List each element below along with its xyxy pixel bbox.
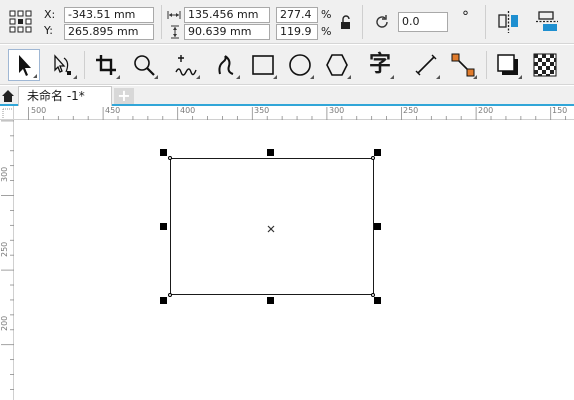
ruler-label: 400 bbox=[180, 106, 196, 115]
separator bbox=[362, 5, 363, 39]
ruler-label: 450 bbox=[105, 106, 121, 115]
text-tool-glyph: 字 bbox=[368, 52, 391, 77]
ruler-label: 350 bbox=[254, 106, 270, 115]
separator bbox=[485, 5, 486, 39]
rotate-icon bbox=[373, 13, 391, 31]
center-marker-icon[interactable] bbox=[267, 223, 275, 233]
connector-tool[interactable] bbox=[447, 49, 479, 81]
selection-handle-bottom-left[interactable] bbox=[160, 297, 167, 304]
drop-shadow-tool[interactable] bbox=[492, 49, 524, 81]
transparency-tool[interactable] bbox=[529, 49, 561, 81]
object-origin-icon[interactable] bbox=[8, 9, 34, 35]
height-icon bbox=[170, 25, 180, 39]
ruler-label: 200 bbox=[0, 315, 9, 331]
x-label: X: bbox=[44, 8, 56, 21]
selection-handle-bottom[interactable] bbox=[267, 297, 274, 304]
separator bbox=[486, 51, 487, 79]
ruler-origin-icon bbox=[2, 108, 12, 118]
ellipse-tool[interactable] bbox=[284, 49, 316, 81]
ruler-label: 250 bbox=[0, 241, 9, 257]
dimension-tool[interactable] bbox=[410, 49, 442, 81]
vertical-ruler[interactable]: 300 250 200 bbox=[0, 120, 14, 400]
selection-handle-left[interactable] bbox=[160, 223, 167, 230]
zoom-tool[interactable] bbox=[128, 49, 160, 81]
height-field[interactable]: 90.639 mm bbox=[184, 24, 270, 40]
document-tab-bar: 未命名 -1* + bbox=[0, 86, 574, 106]
separator bbox=[84, 51, 85, 79]
checkerboard-icon bbox=[533, 53, 557, 77]
selection-handle-top[interactable] bbox=[267, 149, 274, 156]
scale-y-field[interactable]: 119.9 bbox=[276, 24, 318, 40]
ruler-label: 250 bbox=[403, 106, 419, 115]
selection-handle-top-left[interactable] bbox=[160, 149, 167, 156]
width-field[interactable]: 135.456 mm bbox=[184, 7, 270, 23]
crop-tool[interactable] bbox=[90, 49, 122, 81]
tab-document[interactable]: 未命名 -1* bbox=[18, 86, 112, 106]
shape-node[interactable] bbox=[371, 156, 375, 160]
ruler-label: 500 bbox=[31, 106, 47, 115]
mirror-vertical-icon[interactable] bbox=[534, 9, 560, 35]
ruler-corner[interactable] bbox=[0, 106, 14, 120]
polygon-tool[interactable] bbox=[321, 49, 353, 81]
selection-handle-top-right[interactable] bbox=[374, 149, 381, 156]
ruler-label: 200 bbox=[478, 106, 494, 115]
mirror-horizontal-icon[interactable] bbox=[496, 9, 522, 35]
shape-tool[interactable] bbox=[47, 49, 79, 81]
ruler-label: 150 bbox=[552, 106, 568, 115]
y-position-field[interactable]: 265.895 mm bbox=[64, 24, 154, 40]
artistic-media-tool[interactable] bbox=[210, 49, 242, 81]
horizontal-ruler[interactable]: 500 450 400 350 300 250 200 150 bbox=[14, 106, 574, 120]
property-bar: X: Y: -343.51 mm 265.895 mm 135.456 mm 9… bbox=[0, 0, 574, 44]
selection-handle-right[interactable] bbox=[374, 223, 381, 230]
degree-symbol: ° bbox=[462, 9, 469, 25]
ruler-label: 300 bbox=[0, 166, 9, 182]
scale-x-percent: % bbox=[321, 8, 332, 21]
scale-x-field[interactable]: 277.4 bbox=[276, 7, 318, 23]
add-tab-button[interactable]: + bbox=[114, 88, 134, 104]
y-label: Y: bbox=[44, 24, 53, 37]
rotation-angle-field[interactable]: 0.0 bbox=[398, 12, 448, 32]
scale-y-percent: % bbox=[321, 25, 332, 38]
text-tool[interactable]: 字 bbox=[364, 49, 396, 81]
width-icon bbox=[167, 10, 181, 20]
lock-ratio-icon[interactable] bbox=[339, 14, 353, 30]
rectangle-tool[interactable] bbox=[247, 49, 279, 81]
separator bbox=[161, 5, 162, 39]
drawing-canvas[interactable] bbox=[15, 121, 574, 400]
ruler-label: 300 bbox=[329, 106, 345, 115]
toolbox: 字 bbox=[0, 45, 574, 85]
shape-node[interactable] bbox=[168, 156, 172, 160]
shape-node[interactable] bbox=[168, 293, 172, 297]
home-icon[interactable] bbox=[1, 89, 15, 103]
freehand-tool[interactable] bbox=[170, 49, 202, 81]
pick-tool[interactable] bbox=[8, 49, 40, 81]
vertical-ruler-ticks bbox=[1, 120, 14, 390]
selection-handle-bottom-right[interactable] bbox=[374, 297, 381, 304]
x-position-field[interactable]: -343.51 mm bbox=[64, 7, 154, 23]
